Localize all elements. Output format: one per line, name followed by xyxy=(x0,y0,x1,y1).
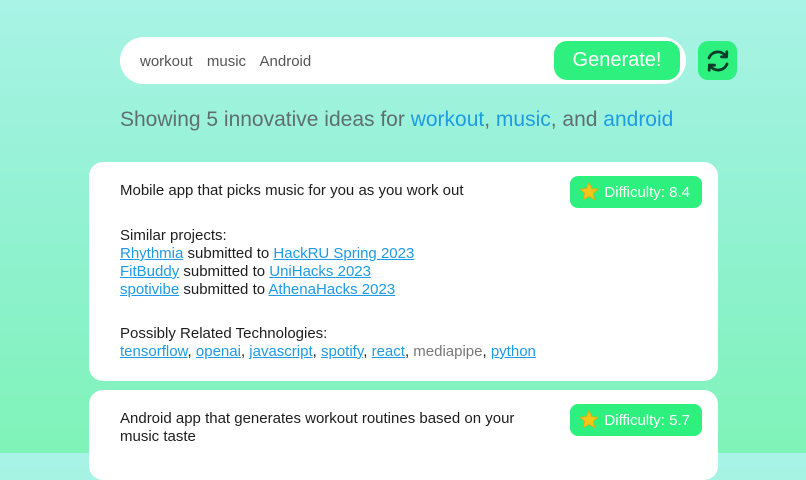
star-icon xyxy=(579,410,599,429)
idea-title: Mobile app that picks music for you as y… xyxy=(120,182,464,199)
idea-card: Mobile app that picks music for you as y… xyxy=(89,162,718,381)
keyword-android: android xyxy=(603,108,674,131)
project-link[interactable]: FitBuddy xyxy=(120,263,179,280)
project-link[interactable]: Rhythmia xyxy=(120,245,183,262)
keyword-workout: workout xyxy=(410,108,485,131)
refresh-button[interactable] xyxy=(698,41,737,80)
idea-card: Android app that generates workout routi… xyxy=(89,390,718,480)
similar-projects: Similar projects: Rhythmia submitted to … xyxy=(120,227,414,299)
similar-project-row: Rhythmia submitted to HackRU Spring 2023 xyxy=(120,245,414,263)
hackathon-link[interactable]: UniHacks 2023 xyxy=(269,263,371,280)
similar-project-row: spotivibe submitted to AthenaHacks 2023 xyxy=(120,281,414,299)
tech-separator: , xyxy=(482,343,491,360)
tech-separator: , xyxy=(363,343,372,360)
tech-link-react[interactable]: react xyxy=(372,343,405,360)
difficulty-label: Difficulty: 5.7 xyxy=(604,411,690,429)
keyword-music: music xyxy=(495,108,551,131)
related-technologies-label: Possibly Related Technologies: xyxy=(120,325,328,342)
difficulty-label: Difficulty: 8.4 xyxy=(604,183,690,201)
tech-link-tensorflow[interactable]: tensorflow xyxy=(120,343,188,360)
project-link[interactable]: spotivibe xyxy=(120,281,179,298)
hackathon-link[interactable]: AthenaHacks 2023 xyxy=(268,281,395,298)
idea-title: Android app that generates workout routi… xyxy=(120,410,515,445)
star-icon xyxy=(579,182,599,201)
submitted-to-text: submitted to xyxy=(179,281,269,298)
submitted-to-text: submitted to xyxy=(183,245,274,262)
tech-separator: , xyxy=(312,343,321,360)
technology-list: tensorflow, openai, javascript, spotify,… xyxy=(120,343,536,361)
headline-separator: , and xyxy=(550,108,604,131)
tech-separator: , xyxy=(187,343,196,360)
headline-separator: , xyxy=(484,108,496,131)
tech-text-mediapipe: mediapipe xyxy=(413,343,483,360)
submitted-to-text: submitted to xyxy=(179,263,270,280)
difficulty-badge: Difficulty: 8.4 xyxy=(570,176,702,208)
search-bar: Generate! xyxy=(120,37,686,86)
similar-projects-label: Similar projects: xyxy=(120,227,227,244)
tech-link-python[interactable]: python xyxy=(491,343,536,360)
tech-link-javascript[interactable]: javascript xyxy=(249,343,312,360)
tech-link-openai[interactable]: openai xyxy=(196,343,241,360)
similar-project-row: FitBuddy submitted to UniHacks 2023 xyxy=(120,263,414,281)
generate-button[interactable]: Generate! xyxy=(554,41,680,80)
refresh-icon xyxy=(707,49,728,72)
search-input[interactable] xyxy=(138,37,542,86)
tech-link-spotify[interactable]: spotify xyxy=(321,343,363,360)
difficulty-badge: Difficulty: 5.7 xyxy=(570,404,702,436)
headline-prefix: Showing 5 innovative ideas for xyxy=(120,108,411,131)
results-headline: Showing 5 innovative ideas for workout , … xyxy=(120,108,673,132)
hackathon-link[interactable]: HackRU Spring 2023 xyxy=(273,245,414,262)
related-technologies: Possibly Related Technologies: tensorflo… xyxy=(120,325,536,361)
